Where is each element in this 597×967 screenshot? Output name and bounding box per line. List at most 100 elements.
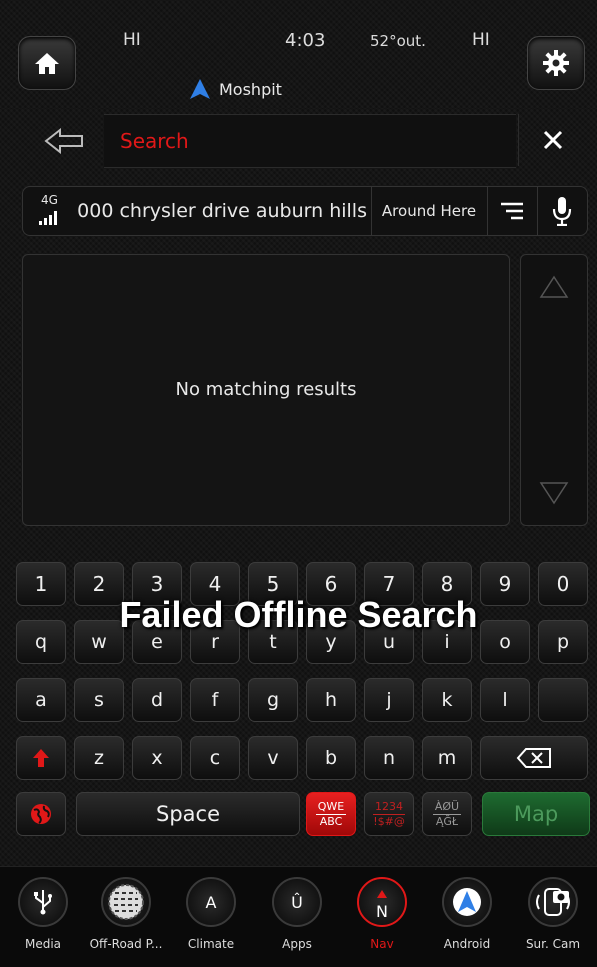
key-v[interactable]: v (248, 736, 298, 780)
key-blank[interactable] (538, 678, 588, 722)
key-label: 7 (382, 572, 396, 596)
home-button[interactable] (18, 36, 76, 90)
dock-item-off-road-p[interactable]: Off-Road P... (89, 877, 163, 951)
around-here-button[interactable]: Around Here (371, 187, 486, 235)
voice-button[interactable] (537, 187, 586, 235)
key-label: j (386, 689, 392, 711)
key-label: b (324, 747, 338, 769)
overlay-caption: Failed Offline Search (119, 594, 478, 635)
no-results-message: No matching results (175, 379, 357, 400)
key-label: k (441, 689, 453, 711)
left-temp[interactable]: HI (123, 30, 141, 50)
key-label: 1 (34, 572, 48, 596)
dock-glyph: Û (291, 892, 303, 912)
results-scrollbar[interactable] (520, 254, 588, 526)
status-bar: HI 4:03 52°out. HI Moshpit (0, 0, 597, 108)
key-bottom-label: ABC (319, 814, 343, 828)
settings-button[interactable] (527, 36, 585, 90)
key-label: n (382, 747, 396, 769)
key-a[interactable]: a (16, 678, 66, 722)
dock-label: Media (24, 937, 62, 951)
dock-item-apps[interactable]: Û Apps (260, 877, 334, 951)
dock-glyph: N (376, 902, 388, 921)
key-label: f (211, 689, 219, 711)
key-label: 2 (92, 572, 106, 596)
key-l[interactable]: l (480, 678, 530, 722)
key-h[interactable]: h (306, 678, 356, 722)
key-label: s (94, 689, 104, 711)
key-label: 9 (498, 572, 512, 596)
close-icon (543, 130, 563, 150)
key-label: m (437, 747, 457, 769)
dock-label: Nav (370, 937, 394, 951)
key-c[interactable]: c (190, 736, 240, 780)
international-key[interactable]: ÀØÜ ĄĞŁ (422, 792, 472, 836)
address-bar: 4G 000 chrysler drive auburn hills Aroun… (22, 186, 588, 236)
qwe-abc-key[interactable]: QWE ABC (306, 792, 356, 836)
key-label: 6 (324, 572, 338, 596)
map-key[interactable]: Map (482, 792, 590, 836)
search-input[interactable]: Search (104, 114, 516, 168)
climate-icon: A (186, 877, 236, 927)
compass-icon: N (357, 877, 407, 927)
usb-icon (18, 877, 68, 927)
home-icon (35, 53, 59, 74)
key-f[interactable]: f (190, 678, 240, 722)
search-placeholder: Search (120, 129, 189, 153)
gear-icon (543, 50, 569, 76)
key-n[interactable]: n (364, 736, 414, 780)
tire-icon (101, 877, 151, 927)
number-symbol-key[interactable]: 1234 !$#@ (364, 792, 414, 836)
dock-item-android[interactable]: Android (430, 877, 504, 951)
globe-icon (31, 804, 51, 824)
filter-button[interactable] (487, 187, 536, 235)
clock: 4:03 (285, 30, 326, 51)
dock-glyph: A (205, 892, 217, 912)
key-label: 8 (440, 572, 454, 596)
key-m[interactable]: m (422, 736, 472, 780)
key-top-label: ÀØÜ (432, 799, 462, 815)
key-z[interactable]: z (74, 736, 124, 780)
address-field[interactable]: 000 chrysler drive auburn hills (77, 187, 369, 235)
network-type: 4G (41, 193, 58, 207)
scroll-down-icon[interactable] (539, 481, 569, 505)
key-d[interactable]: d (132, 678, 182, 722)
key-k[interactable]: k (422, 678, 472, 722)
clear-button[interactable] (518, 114, 587, 166)
microphone-icon (552, 197, 572, 226)
key-label: x (151, 747, 163, 769)
key-s[interactable]: s (74, 678, 124, 722)
language-key[interactable] (16, 792, 66, 836)
key-top-label: 1234 (373, 799, 405, 815)
dock-item-nav[interactable]: N Nav (345, 877, 419, 951)
right-temp[interactable]: HI (472, 30, 490, 50)
dock-item-sur-cam[interactable]: Sur. Cam (516, 877, 590, 951)
dock-item-climate[interactable]: A Climate (174, 877, 248, 951)
android-auto-icon (442, 877, 492, 927)
key-label: l (502, 689, 508, 711)
key-label: 0 (556, 572, 570, 596)
key-j[interactable]: j (364, 678, 414, 722)
back-button[interactable] (40, 124, 88, 158)
dock-item-media[interactable]: Media (6, 877, 80, 951)
space-key[interactable]: Space (76, 792, 300, 836)
shift-arrow-icon (33, 749, 49, 767)
scroll-up-icon[interactable] (539, 275, 569, 299)
key-bottom-label: !$#@ (373, 814, 405, 828)
dock-label: Android (443, 937, 491, 951)
key-g[interactable]: g (248, 678, 298, 722)
key-label: a (35, 689, 47, 711)
compass-needle-icon (377, 883, 387, 902)
key-x[interactable]: x (132, 736, 182, 780)
backspace-icon (516, 748, 551, 768)
key-label: Map (513, 802, 559, 826)
dock-label: Apps (282, 937, 312, 951)
shift-key[interactable] (16, 736, 66, 780)
back-arrow-icon (44, 128, 83, 154)
backspace-key[interactable] (480, 736, 588, 780)
list-filter-icon (501, 202, 523, 220)
key-bottom-label: ĄĞŁ (435, 814, 459, 828)
results-panel: No matching results (22, 254, 510, 526)
key-b[interactable]: b (306, 736, 356, 780)
dock-label: Climate (187, 937, 235, 951)
